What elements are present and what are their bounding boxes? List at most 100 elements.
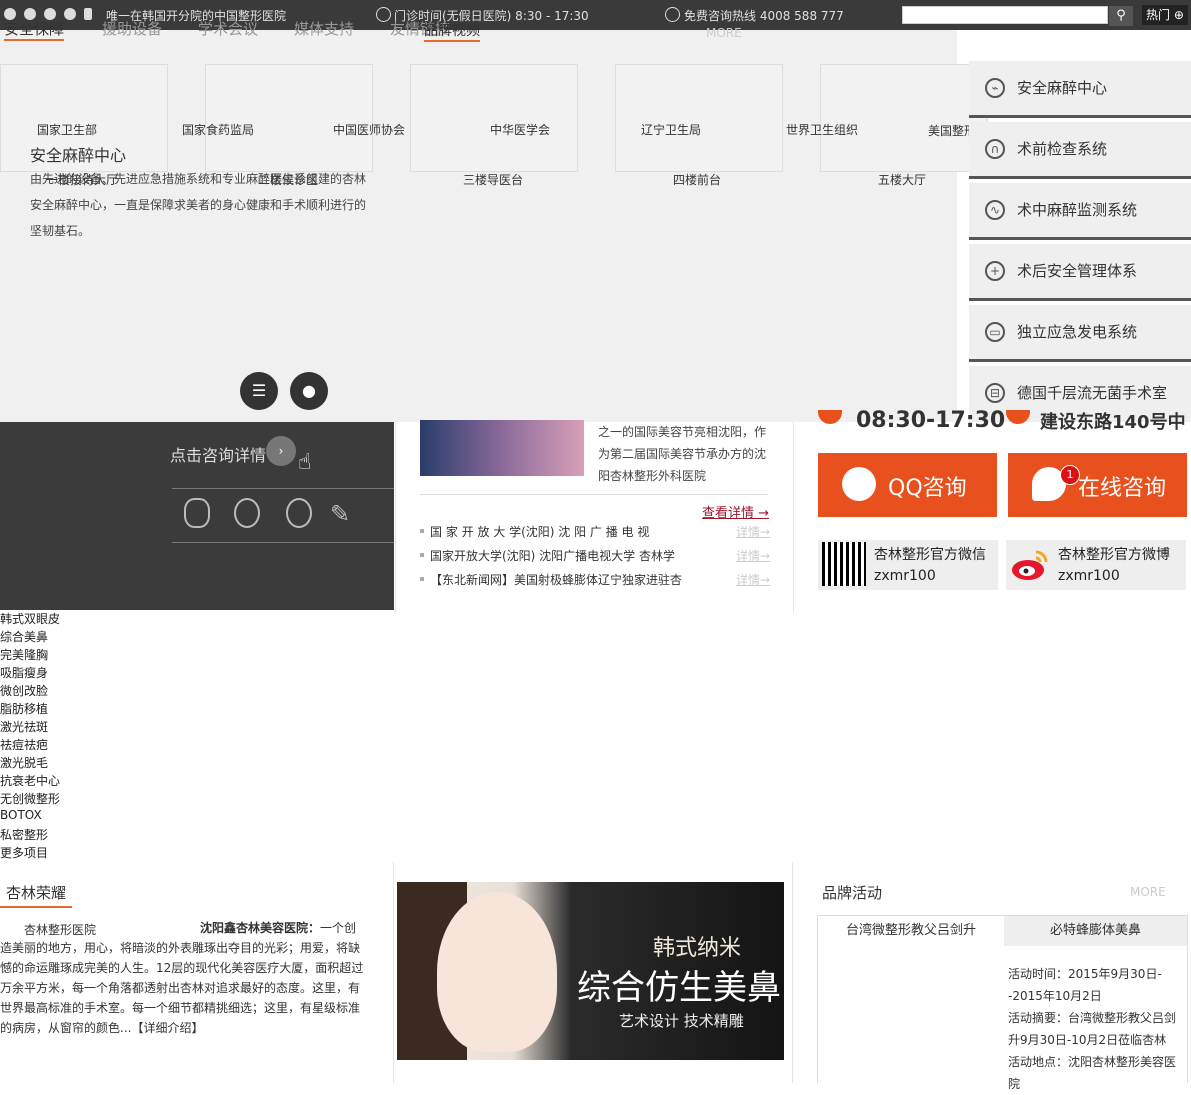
wechat-id: zxmr100 (874, 568, 936, 584)
menu-item-anesthesia[interactable]: ⌁ 安全麻醉中心 (969, 61, 1191, 118)
procedure-link[interactable]: 无创微整形 (0, 790, 60, 807)
activity-tab[interactable]: 台湾微整形教父吕剑升 (818, 916, 1004, 946)
divider (420, 494, 768, 495)
news-detail-link[interactable]: 详情→ (736, 547, 770, 564)
bullet-icon (420, 577, 424, 581)
procedure-link[interactable]: 祛痘祛疤 (0, 736, 48, 753)
procedure-link[interactable]: BOTOX (0, 808, 42, 822)
heartbeat-icon: ∿ (985, 200, 1005, 220)
syringe-icon: ⌁ (985, 78, 1005, 98)
anesthesia-description: 由先进的设备、先进应急措施系统和专业麻醉医生系组建的杏林安全麻醉中心，一直是保障… (30, 172, 367, 238)
menu-item-generator[interactable]: ▭ 独立应急发电系统 (969, 305, 1191, 362)
activity-time: 活动时间：2015年9月30日--2015年10月2日 (1008, 967, 1162, 1003)
list-view-button[interactable]: ☰ (240, 372, 278, 410)
opening-hours: 08:30-17:30 (856, 408, 1006, 433)
menu-item-postop[interactable]: + 术后安全管理体系 (969, 244, 1191, 301)
news-item[interactable]: 国 家 开 放 大 学(沈阳) 沈 阳 广 播 电 视 详情→ (420, 523, 770, 543)
notification-badge: 1 (1060, 465, 1080, 485)
logo-box[interactable] (410, 64, 578, 172)
floor-label: 五楼大厅 (878, 173, 927, 187)
org-label: 国家卫生部 (37, 123, 98, 137)
stethoscope-icon: ∩ (985, 139, 1005, 159)
news-item[interactable]: 国家开放大学(沈阳) 沈阳广播电视大学 杏林学 详情→ (420, 547, 770, 567)
logo-box[interactable] (205, 64, 373, 172)
procedure-link[interactable]: 微创改脸 (0, 682, 48, 699)
qq-consult-button[interactable]: QQ咨询 (818, 453, 997, 517)
logo-box[interactable] (615, 64, 783, 172)
procedure-link[interactable]: 脂肪移植 (0, 700, 48, 717)
generator-icon: ▭ (985, 322, 1005, 342)
section-title: 品牌活动 (822, 884, 883, 902)
news-item[interactable]: 【东北新闻网】美国射极蜂膨体辽宁独家进驻杏 详情→ (420, 571, 770, 591)
search-input[interactable] (902, 6, 1108, 24)
org-label: 中国医师协会 (333, 123, 406, 137)
arrow-right-icon: › (266, 436, 296, 466)
promo-banner[interactable]: 韩式纳米 综合仿生美鼻 艺术设计 技术精雕 (397, 882, 784, 1060)
title-underline (0, 906, 72, 908)
hospital-image[interactable]: 杏林整形医院 (24, 921, 96, 938)
divider (792, 862, 793, 1083)
news-title[interactable]: 【东北新闻网】美国射极蜂膨体辽宁独家进驻杏 (430, 571, 682, 588)
procedure-link[interactable]: 更多项目 (0, 844, 48, 861)
procedure-link[interactable]: 韩式双眼皮 (0, 610, 60, 627)
mobile-icon[interactable] (84, 8, 92, 20)
nav-tab-safety[interactable]: 安全保障 (4, 18, 65, 41)
weibo-name: 杏林整形官方微博 (1058, 547, 1170, 563)
consult-banner[interactable]: 点击咨询详情 › ☝ ✎ (0, 422, 394, 610)
bullet-icon (420, 529, 424, 533)
chin-icon (286, 498, 312, 528)
weibo-card[interactable]: 杏林整形官方微博 zxmr100 (1006, 540, 1186, 590)
nav-tab-conference[interactable]: 学术会议 (198, 18, 258, 39)
overlay-panel: 安全保障 援助设备 学术会议 媒体支持 友情链接 品牌视频 MORE 国家卫生部… (0, 20, 1036, 422)
nav-tab-media[interactable]: 媒体支持 (294, 18, 354, 39)
procedure-link[interactable]: 完美隆胸 (0, 646, 48, 663)
news-detail-link[interactable]: 详情→ (736, 523, 770, 540)
menu-item-label: 术后安全管理体系 (1017, 262, 1138, 280)
star-icon[interactable] (64, 8, 76, 20)
weibo-id: zxmr100 (1058, 568, 1120, 584)
org-label: 辽宁卫生局 (641, 123, 702, 137)
activity-tab[interactable]: 必特蜂膨体美鼻 (1004, 916, 1187, 946)
banner-line1: 韩式纳米 (653, 936, 742, 961)
hot-button[interactable]: 热门 ⊕ (1142, 5, 1188, 25)
anesthesia-title: 安全麻醉中心 (30, 146, 127, 165)
news-summary: 之一的国际美容节亮相沈阳，作为第二届国际美容节承办方的沈阳杏林整形外科医院 (598, 425, 767, 483)
procedure-link[interactable]: 私密整形 (0, 826, 48, 843)
chat-button[interactable]: ● (290, 372, 328, 410)
hot-label: 热门 (1146, 8, 1171, 22)
menu-item-label: 术前检查系统 (1017, 140, 1108, 158)
online-consult-button[interactable]: 1 在线咨询 (1008, 453, 1187, 517)
activity-summary: 活动摘要：台湾微整形教父吕剑升9月30日-10月2日莅临杏林 (1008, 1011, 1177, 1047)
face-icon (234, 498, 260, 528)
news-title[interactable]: 国 家 开 放 大 学(沈阳) 沈 阳 广 播 电 视 (430, 523, 649, 540)
news-title[interactable]: 国家开放大学(沈阳) 沈阳广播电视大学 杏林学 (430, 547, 675, 564)
procedure-link[interactable]: 吸脂瘦身 (0, 664, 48, 681)
activity-info: 活动时间：2015年9月30日--2015年10月2日 活动摘要：台湾微整形教父… (1008, 963, 1186, 1095)
procedure-link[interactable]: 激光脱毛 (0, 754, 48, 771)
chat-bubble-icon: ● (302, 381, 316, 400)
activity-more-link[interactable]: MORE (1130, 885, 1166, 899)
org-label: 世界卫生组织 (786, 123, 859, 137)
org-label: 中华医学会 (490, 123, 551, 137)
menu-item-monitoring[interactable]: ∿ 术中麻醉监测系统 (969, 183, 1191, 240)
phone-icon (665, 7, 680, 22)
procedure-link[interactable]: 抗衰老中心 (0, 772, 60, 789)
search-button[interactable]: ⚲ (1109, 6, 1133, 26)
divider (172, 542, 394, 543)
list-icon: ☰ (251, 381, 267, 400)
clock-icon (376, 7, 391, 22)
procedure-link[interactable]: 激光祛斑 (0, 718, 48, 735)
nav-tab-brand-video[interactable]: 品牌视频 (424, 20, 480, 42)
menu-item-preop-check[interactable]: ∩ 术前检查系统 (969, 122, 1191, 179)
procedure-link[interactable]: 综合美鼻 (0, 628, 48, 645)
wechat-card[interactable]: 杏林整形官方微信 zxmr100 (818, 540, 998, 590)
news-more-link[interactable]: 查看详情 → (702, 502, 769, 521)
qq-icon (842, 467, 876, 501)
wechat-name: 杏林整形官方微信 (874, 547, 986, 563)
news-detail-link[interactable]: 详情→ (736, 571, 770, 588)
news-thumbnail[interactable] (420, 420, 584, 476)
divider (393, 862, 394, 1083)
nav-tab-equipment[interactable]: 援助设备 (102, 18, 162, 39)
nav-more-link[interactable]: MORE (706, 26, 742, 40)
honor-body: 一个创造美丽的地方，用心，将暗淡的外表雕琢出夺目的光彩；用爱，将缺憾的命运雕琢成… (0, 921, 364, 1035)
